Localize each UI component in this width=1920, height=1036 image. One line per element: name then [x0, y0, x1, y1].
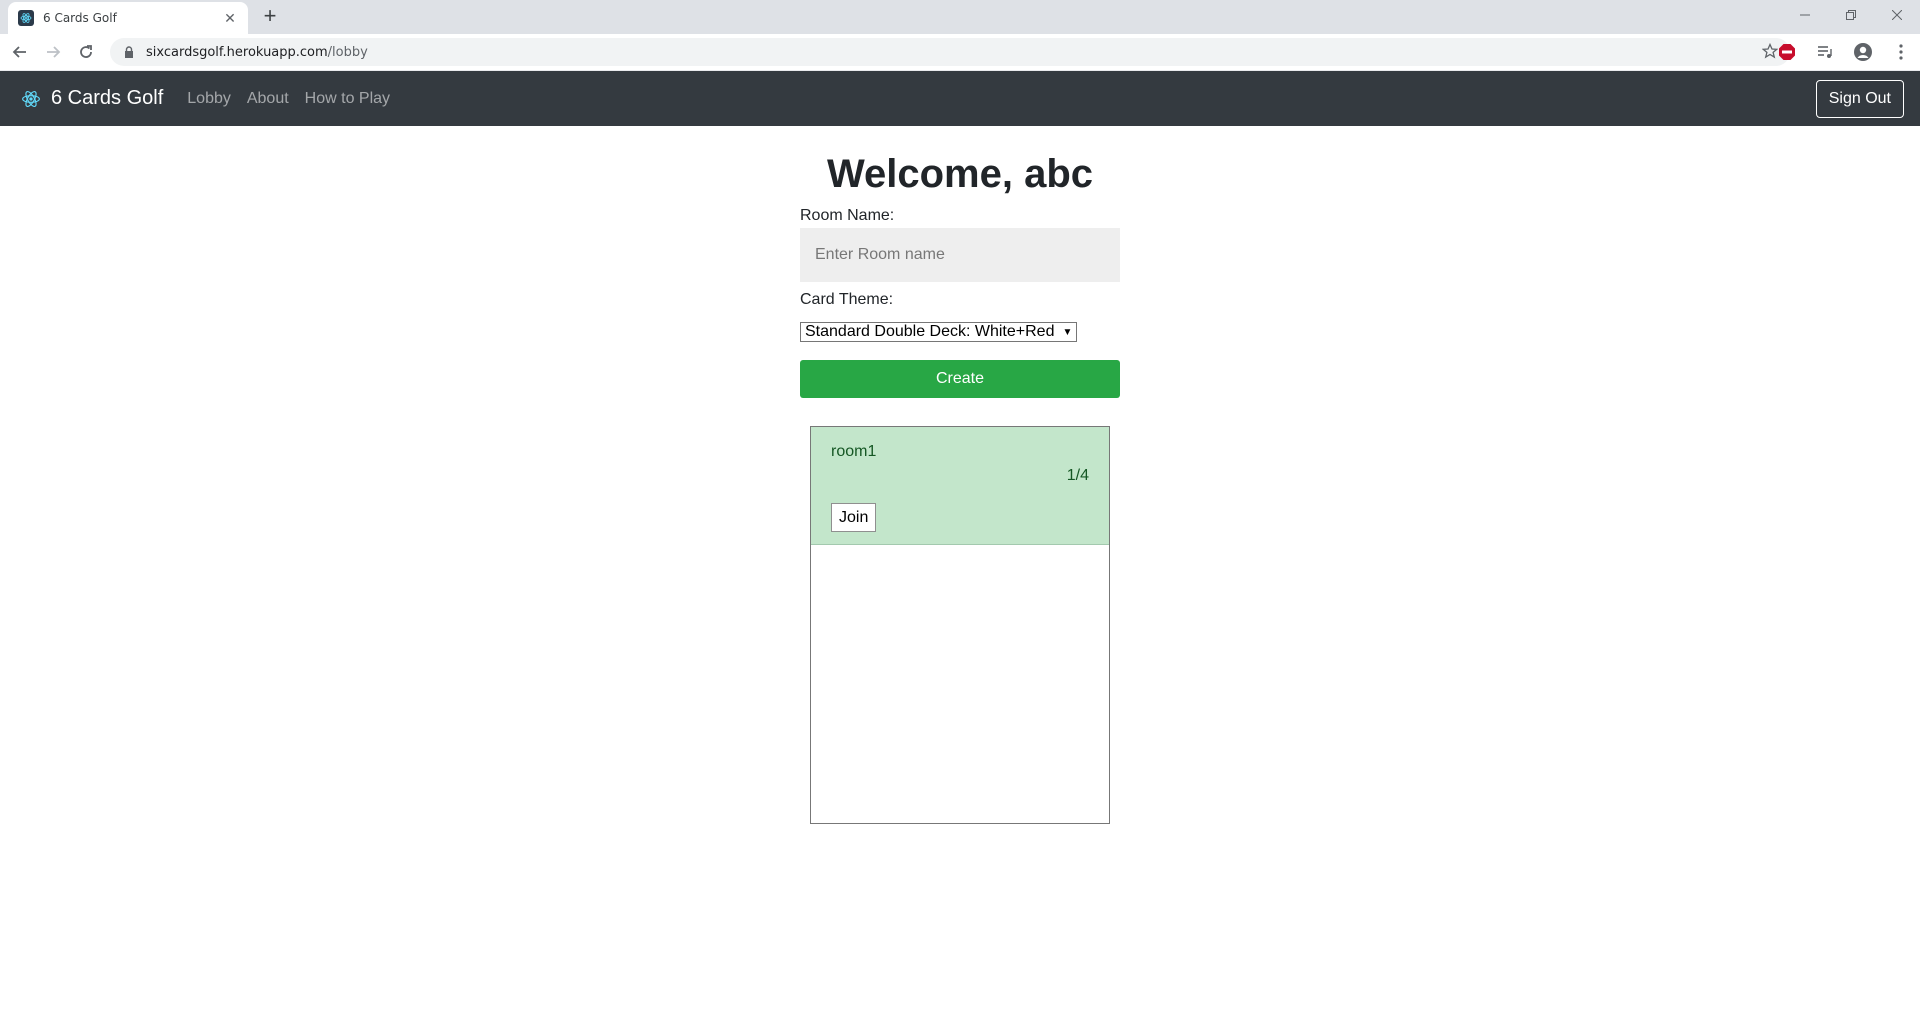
close-window-icon[interactable]	[1874, 0, 1920, 30]
url-path: /lobby	[327, 44, 368, 60]
lock-icon	[122, 45, 136, 59]
url-host: sixcardsgolf.herokuapp.com	[146, 44, 328, 60]
new-tab-button[interactable]: +	[258, 5, 282, 29]
room-name-label: Room Name:	[800, 207, 895, 224]
browser-tab[interactable]: 6 Cards Golf ✕	[8, 2, 248, 34]
restore-icon[interactable]	[1828, 0, 1874, 30]
sign-out-button[interactable]: Sign Out	[1815, 80, 1904, 118]
room-list: room1 1/4 Join	[810, 426, 1110, 824]
card-theme-select[interactable]: Standard Double Deck: White+Red ▼	[800, 322, 1078, 342]
nav-link-lobby[interactable]: Lobby	[187, 90, 231, 108]
window-controls	[1782, 0, 1920, 30]
card-theme-label: Card Theme:	[800, 291, 894, 308]
join-room-button[interactable]: Join	[831, 503, 877, 532]
welcome-heading: Welcome, abc	[826, 152, 1094, 196]
tab-title: 6 Cards Golf	[43, 11, 117, 25]
nav-link-about[interactable]: About	[247, 90, 289, 108]
nav-link-how-to-play[interactable]: How to Play	[305, 90, 390, 108]
card-theme-selected: Standard Double Deck: White+Red	[805, 323, 1055, 340]
reload-icon[interactable]	[74, 40, 98, 64]
url-text: sixcardsgolf.herokuapp.com/lobby	[146, 45, 368, 60]
extension-icons	[1768, 38, 1920, 66]
react-logo-icon	[20, 88, 42, 110]
room-card: room1 1/4 Join	[811, 427, 1109, 545]
adblock-plus-icon[interactable]	[1768, 43, 1806, 61]
lobby-form: Welcome, abc Room Name: Card Theme: Stan…	[800, 126, 1120, 398]
browser-tab-strip: 6 Cards Golf ✕ +	[0, 0, 1920, 34]
brand-name: 6 Cards Golf	[51, 87, 164, 109]
react-favicon-icon	[18, 10, 34, 26]
address-bar[interactable]: sixcardsgolf.herokuapp.com/lobby	[110, 38, 1790, 66]
media-control-icon[interactable]	[1806, 45, 1844, 59]
brand-link[interactable]: 6 Cards Golf	[20, 87, 163, 110]
dropdown-arrow-icon: ▼	[1062, 326, 1073, 338]
room-name: room1	[831, 443, 877, 460]
browser-toolbar: sixcardsgolf.herokuapp.com/lobby	[0, 34, 1920, 71]
tab-close-icon[interactable]: ✕	[222, 10, 238, 27]
room-player-count: 1/4	[1066, 467, 1089, 484]
create-room-button[interactable]: Create	[800, 360, 1120, 398]
minimize-icon[interactable]	[1782, 0, 1828, 30]
site-navbar: 6 Cards Golf Lobby About How to Play Sig…	[0, 71, 1920, 126]
back-icon[interactable]	[8, 40, 32, 64]
profile-avatar-icon[interactable]	[1844, 42, 1882, 62]
forward-icon[interactable]	[41, 40, 65, 64]
room-name-input[interactable]	[800, 228, 1120, 282]
menu-kebab-icon[interactable]	[1882, 44, 1920, 60]
